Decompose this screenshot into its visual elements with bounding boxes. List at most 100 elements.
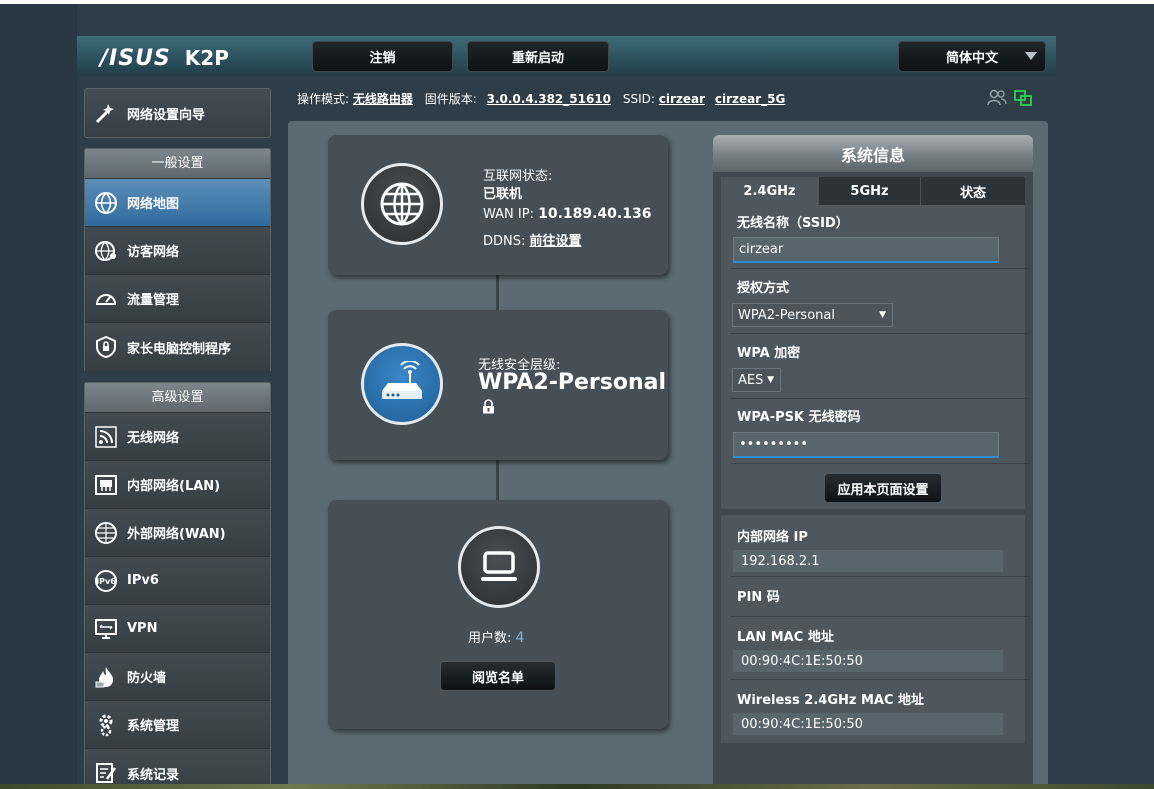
- users-icon[interactable]: [987, 89, 1007, 111]
- sidebar-item-vpn[interactable]: VPN: [85, 605, 270, 653]
- view-list-button[interactable]: 阅览名单: [440, 661, 556, 691]
- auth-method-label: 授权方式: [737, 281, 790, 296]
- sidebar-item-ipv6[interactable]: IPv6 IPv6: [85, 557, 270, 605]
- sidebar-item-wan[interactable]: 外部网络(WAN): [85, 509, 270, 557]
- brand-logo: /ISUS K2P: [100, 44, 229, 72]
- firewall-icon: [93, 664, 119, 690]
- sidebar-item-traffic-manager[interactable]: 流量管理: [85, 275, 270, 323]
- sidebar-item-network-map[interactable]: 网络地图: [85, 179, 270, 227]
- wan-ip-label: WAN IP:: [483, 207, 534, 222]
- sidebar-item-guest-network[interactable]: 访客网络: [85, 227, 270, 275]
- auth-method-value: WPA2-Personal: [738, 307, 835, 323]
- auth-method-select[interactable]: WPA2-Personal ▼: [732, 303, 893, 327]
- ssid-input[interactable]: cirzear: [733, 237, 999, 263]
- pin-code-label: PIN 码: [737, 590, 780, 605]
- wireless-mac-label: Wireless 2.4GHz MAC 地址: [737, 693, 925, 708]
- ssid-label: SSID:: [622, 92, 655, 106]
- internet-globe-icon[interactable]: [361, 163, 443, 245]
- logout-button[interactable]: 注销: [312, 41, 453, 72]
- sidebar-item-label: 无线网络: [127, 431, 180, 446]
- divider: [730, 268, 1030, 269]
- guest-network-icon: [93, 238, 119, 264]
- status-line: 操作模式: 无线路由器 固件版本: 3.0.0.4.382_51610 SSID…: [297, 90, 785, 107]
- parental-lock-icon: [93, 334, 119, 360]
- wpa-encryption-value: AES: [738, 372, 764, 388]
- sidebar-item-label: 防火墙: [127, 671, 167, 686]
- wan-globe-icon: [93, 520, 119, 546]
- internet-status-label: 互联网状态:: [483, 169, 553, 184]
- tab-status[interactable]: 状态: [921, 177, 1025, 205]
- sidebar-item-administration[interactable]: 系统管理: [85, 701, 270, 749]
- general-settings-title: 一般设置: [85, 149, 270, 179]
- lan-ip-label: 内部网络 IP: [737, 530, 808, 545]
- divider: [730, 463, 1030, 464]
- sidebar-item-label: 家长电脑控制程序: [127, 341, 232, 357]
- lan-icon: [93, 472, 119, 498]
- apply-settings-button[interactable]: 应用本页面设置: [824, 473, 942, 503]
- advanced-settings-group: 高级设置 无线网络 内部网络(LAN) 外部网络(WAN) IPv6 IPv6 …: [84, 382, 271, 789]
- clients-count-row: 用户数: 4: [468, 627, 524, 646]
- wireless-mac-value: 00:90:4C:1E:50:50: [733, 713, 1003, 735]
- divider: [730, 616, 1030, 617]
- advanced-settings-title: 高级设置: [85, 383, 270, 413]
- sidebar-item-label: 访客网络: [127, 245, 180, 260]
- sidebar-item-lan[interactable]: 内部网络(LAN): [85, 461, 270, 509]
- network-map-icon: [93, 190, 119, 216]
- wpa-encryption-label: WPA 加密: [737, 346, 801, 361]
- map-connector: [496, 275, 499, 310]
- sidebar-item-wireless[interactable]: 无线网络: [85, 413, 270, 461]
- ssid-5-link[interactable]: cirzear_5G: [715, 92, 785, 106]
- clients-count: 4: [515, 630, 525, 646]
- background-left: [0, 4, 77, 789]
- mode-label: 操作模式:: [297, 92, 350, 106]
- wan-ip-row: WAN IP: 10.189.40.136: [483, 206, 651, 222]
- firmware-label: 固件版本:: [424, 92, 477, 106]
- wan-ip-value: 10.189.40.136: [538, 206, 652, 222]
- divider: [730, 333, 1030, 334]
- divider: [730, 679, 1030, 680]
- model-name: K2P: [184, 46, 229, 70]
- computer-icon[interactable]: [458, 526, 540, 608]
- firmware-link[interactable]: 3.0.0.4.382_51610: [487, 92, 611, 106]
- network-status-icon[interactable]: [1013, 89, 1033, 111]
- ddns-row: DDNS: 前往设置: [483, 230, 582, 249]
- sidebar-item-label: 系统记录: [127, 767, 180, 783]
- mode-link[interactable]: 无线路由器: [353, 92, 413, 106]
- reboot-button[interactable]: 重新启动: [467, 41, 609, 72]
- language-label: 简体中文: [945, 51, 998, 66]
- lock-icon: [482, 399, 495, 418]
- traffic-gauge-icon: [93, 286, 119, 312]
- ddns-link[interactable]: 前往设置: [530, 234, 582, 249]
- brand-name: /ISUS: [100, 45, 171, 71]
- sidebar-item-system-log[interactable]: 系统记录: [85, 749, 270, 789]
- top-edge: [0, 0, 1154, 4]
- system-info-title: 系统信息: [713, 135, 1033, 172]
- router-icon[interactable]: [361, 343, 443, 425]
- clients-label: 用户数:: [468, 631, 512, 646]
- system-log-icon: [93, 760, 119, 786]
- sidebar-item-label: 系统管理: [127, 719, 180, 734]
- divider: [730, 398, 1030, 399]
- language-select[interactable]: 简体中文: [898, 41, 1046, 72]
- quick-setup-button[interactable]: 网络设置向导: [84, 88, 271, 138]
- wpa-psk-input[interactable]: •••••••••: [733, 432, 999, 458]
- map-connector: [496, 460, 499, 500]
- tab-5ghz[interactable]: 5GHz: [819, 177, 921, 205]
- sidebar-item-label: 流量管理: [127, 293, 180, 308]
- sidebar-item-label: IPv6: [127, 573, 159, 588]
- lan-mac-value: 00:90:4C:1E:50:50: [733, 650, 1003, 672]
- status-icons: [987, 89, 1033, 111]
- wireless-icon: [93, 424, 119, 450]
- internet-status-value: 已联机: [483, 187, 523, 202]
- wpa-encryption-select[interactable]: AES ▼: [732, 368, 781, 392]
- general-settings-group: 一般设置 网络地图 访客网络 流量管理 家长电脑控制程序: [84, 148, 271, 371]
- wizard-icon: [93, 100, 119, 126]
- bottom-edge: [0, 784, 1154, 789]
- sidebar-item-parental-controls[interactable]: 家长电脑控制程序: [85, 323, 270, 371]
- vpn-icon: [93, 616, 119, 642]
- tab-2-4ghz[interactable]: 2.4GHz: [721, 177, 819, 205]
- ssid-24-link[interactable]: cirzear: [659, 92, 705, 106]
- sidebar-item-firewall[interactable]: 防火墙: [85, 653, 270, 701]
- sidebar-item-label: 外部网络(WAN): [127, 527, 226, 542]
- security-level-value: WPA2-Personal: [478, 370, 666, 395]
